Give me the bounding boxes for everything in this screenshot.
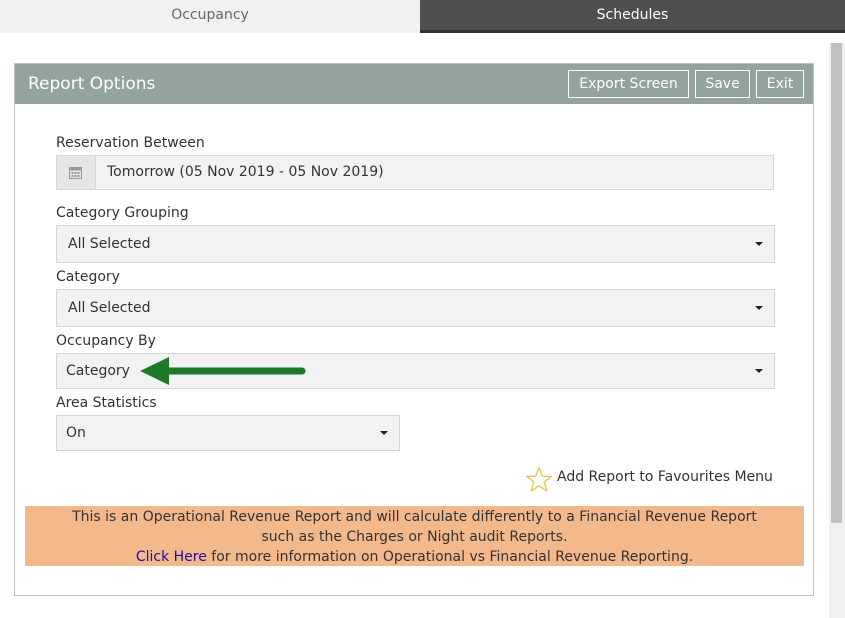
- exit-button[interactable]: Exit: [756, 70, 804, 98]
- category-grouping-label: Category Grouping: [56, 205, 189, 221]
- report-options-panel: Report Options Export Screen Save Exit R…: [14, 63, 814, 596]
- save-button[interactable]: Save: [695, 70, 750, 98]
- area-statistics-label: Area Statistics: [56, 395, 157, 411]
- category-value: All Selected: [68, 300, 151, 316]
- area-statistics-select[interactable]: On: [56, 415, 400, 451]
- chevron-down-icon: [755, 369, 763, 373]
- add-to-favourites-label: Add Report to Favourites Menu: [557, 469, 773, 485]
- calendar-icon: [69, 167, 82, 179]
- annotation-arrow-icon: [140, 357, 306, 385]
- notice-line-2: such as the Charges or Night audit Repor…: [261, 529, 568, 545]
- reservation-date-field[interactable]: Tomorrow (05 Nov 2019 - 05 Nov 2019): [56, 155, 774, 190]
- panel-header: Report Options Export Screen Save Exit: [15, 64, 813, 104]
- chevron-down-icon: [755, 242, 763, 246]
- reservation-date-value: Tomorrow (05 Nov 2019 - 05 Nov 2019): [107, 164, 384, 180]
- notice-line-3: Click Here for more information on Opera…: [25, 547, 804, 567]
- reservation-between-label: Reservation Between: [56, 135, 205, 151]
- tab-schedules[interactable]: Schedules: [420, 0, 845, 33]
- panel-title: Report Options: [28, 74, 156, 94]
- category-select[interactable]: All Selected: [56, 289, 775, 327]
- category-grouping-select[interactable]: All Selected: [56, 225, 775, 263]
- occupancy-by-value: Category: [66, 363, 130, 379]
- notice-line-3-text: for more information on Operational vs F…: [206, 549, 694, 565]
- area-statistics-value: On: [66, 425, 86, 441]
- occupancy-by-label: Occupancy By: [56, 333, 156, 349]
- export-screen-button[interactable]: Export Screen: [568, 70, 689, 98]
- category-grouping-value: All Selected: [68, 236, 151, 252]
- scrollbar-thumb[interactable]: [831, 43, 842, 523]
- category-label: Category: [56, 269, 120, 285]
- operational-revenue-notice: This is an Operational Revenue Report an…: [25, 506, 804, 566]
- tab-occupancy[interactable]: Occupancy: [0, 0, 420, 33]
- star-icon: [525, 466, 553, 492]
- calendar-button[interactable]: [57, 156, 96, 189]
- click-here-link[interactable]: Click Here: [136, 549, 207, 565]
- notice-line-1: This is an Operational Revenue Report an…: [72, 509, 757, 525]
- chevron-down-icon: [755, 306, 763, 310]
- vertical-scrollbar[interactable]: [829, 43, 845, 618]
- report-tabs: Occupancy Schedules: [0, 0, 845, 33]
- chevron-down-icon: [380, 431, 388, 435]
